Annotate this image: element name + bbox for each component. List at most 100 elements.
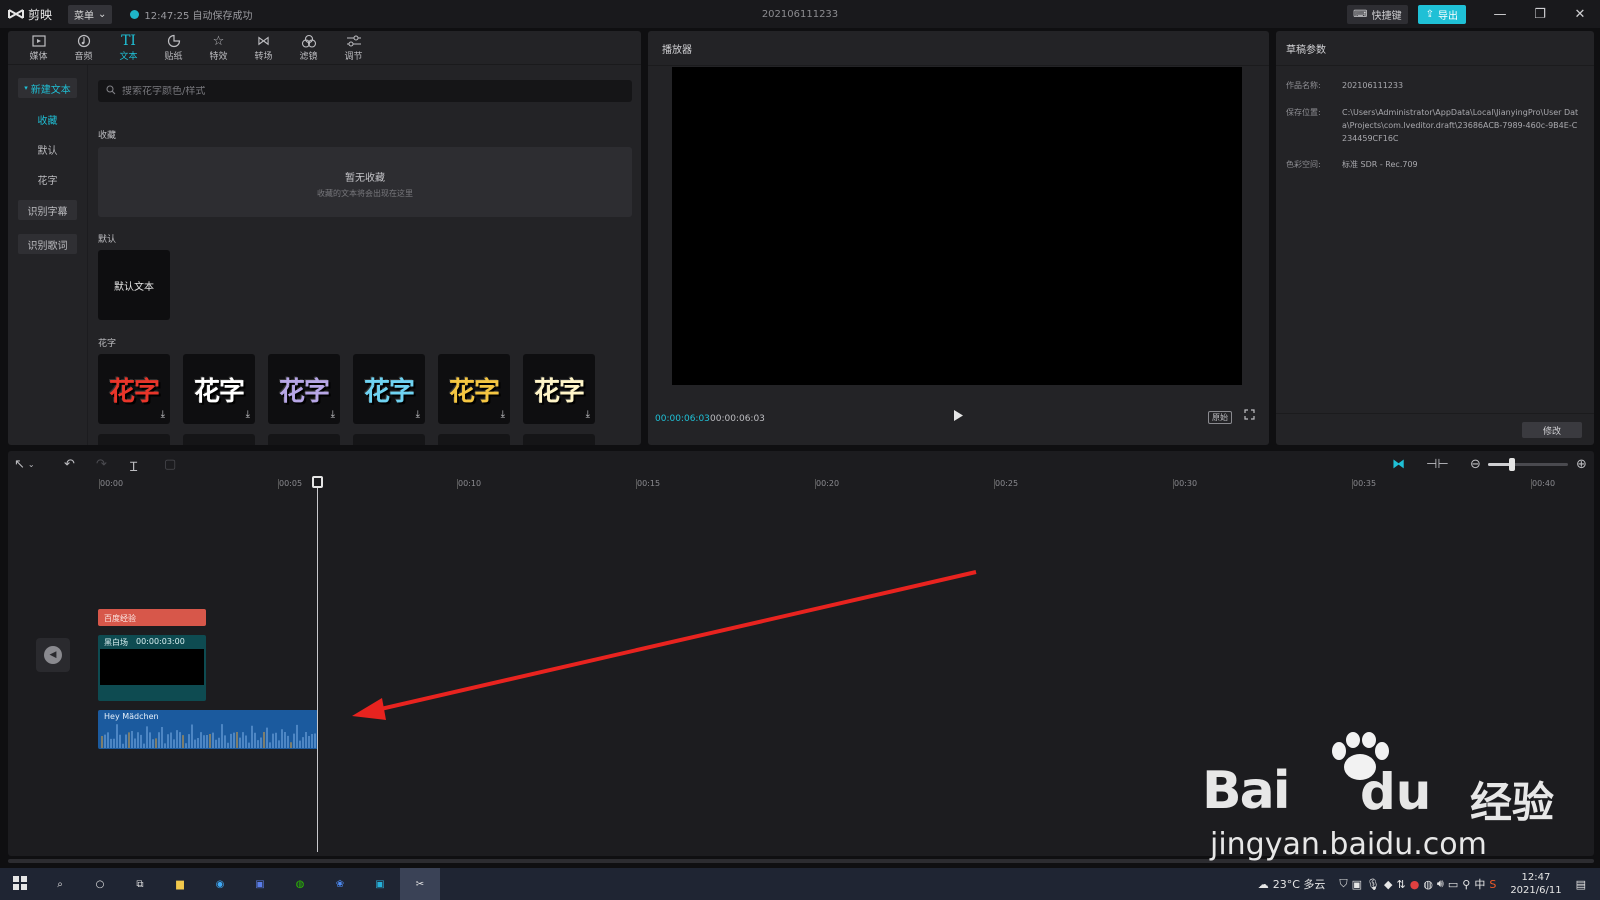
undo-button[interactable]: ↶ [64, 457, 75, 472]
link-button[interactable]: ⊣⊢ [1426, 457, 1449, 472]
tray-app-icon[interactable]: ◆ [1384, 878, 1392, 891]
wifi-icon[interactable]: ⚲ [1462, 878, 1470, 891]
download-icon[interactable]: ⤓ [416, 409, 421, 420]
track-mute-button[interactable]: ◀ [36, 638, 70, 672]
category-favorites[interactable]: 收藏 [18, 109, 77, 129]
tool-transition[interactable]: ⋈ 转场 [241, 31, 286, 64]
fancy-text-tile[interactable]: 花字 ⤓ [523, 354, 595, 424]
category-fancy[interactable]: 花字 [18, 169, 77, 189]
fancy-text-tile[interactable]: 花字 ⤓ [268, 354, 340, 424]
close-button[interactable]: ✕ [1560, 0, 1600, 28]
fancy-text-tile[interactable]: 花字 ⤓ [438, 354, 510, 424]
modify-button[interactable]: 修改 [1522, 422, 1582, 438]
sogou-icon[interactable]: S [1489, 878, 1496, 891]
app-logo: 剪映 [8, 6, 52, 23]
tray-app-icon[interactable]: ▣ [1352, 878, 1362, 891]
fullscreen-icon [1244, 409, 1255, 423]
network-icon[interactable]: ⇅ [1396, 878, 1405, 891]
audio-clip[interactable]: Hey Mädchen [98, 710, 318, 749]
download-icon[interactable]: ⤓ [161, 409, 166, 420]
taskbar-wechat[interactable]: ◍ [280, 868, 320, 900]
zoom-slider[interactable] [1488, 458, 1568, 471]
effects-icon: ☆ [212, 33, 225, 49]
redo-icon: ↷ [96, 457, 107, 472]
fullscreen-button[interactable] [1244, 409, 1255, 423]
fancy-text-tile[interactable] [438, 434, 510, 445]
fancy-text-tile[interactable] [268, 434, 340, 445]
taskbar-app-cyan[interactable]: ▣ [360, 868, 400, 900]
taskbar-baidu[interactable]: ❀ [320, 868, 360, 900]
taskbar-clock[interactable]: 12:47 2021/6/11 [1510, 871, 1561, 897]
fancy-text-tile[interactable] [183, 434, 255, 445]
taskbar-app-blue[interactable]: ▣ [240, 868, 280, 900]
redo-button[interactable]: ↷ [96, 457, 107, 472]
tool-media[interactable]: 媒体 [16, 31, 61, 64]
cortana-button[interactable]: ○ [80, 868, 120, 900]
fancy-text-sample: 花字 [278, 376, 330, 407]
taskbar-jianying[interactable]: ✂ [400, 868, 440, 900]
menu-button[interactable]: 菜单 ⌄ [68, 4, 113, 24]
tool-sticker[interactable]: 贴纸 [151, 31, 196, 64]
text-clip[interactable]: 百度经验 [98, 609, 206, 626]
transition-icon: ⋈ [257, 33, 270, 49]
download-icon[interactable]: ⤓ [501, 409, 506, 420]
fancy-text-tile[interactable]: 花字 ⤓ [98, 354, 170, 424]
notification-icon[interactable]: ▤ [1576, 878, 1586, 891]
record-icon[interactable]: ● [1410, 878, 1420, 891]
tool-text[interactable]: TI 文本 [106, 31, 151, 64]
download-icon[interactable]: ⤓ [331, 409, 336, 420]
ime-indicator[interactable]: 中 [1474, 876, 1485, 892]
category-default[interactable]: 默认 [18, 139, 77, 159]
taskbar-edge[interactable]: ◉ [200, 868, 240, 900]
split-button[interactable]: Ɪ [130, 457, 137, 475]
download-icon[interactable]: ⤓ [246, 409, 251, 420]
fancy-text-tile[interactable] [523, 434, 595, 445]
aspect-ratio-button[interactable]: 原始 [1208, 411, 1232, 424]
capcut-logo-icon: ✂ [415, 878, 425, 890]
fancy-text-tile[interactable] [98, 434, 170, 445]
folder-icon: ▆ [176, 878, 184, 890]
preview-canvas[interactable] [672, 67, 1242, 385]
select-tool-button[interactable]: ↖ ⌄ [14, 457, 35, 472]
video-clip[interactable]: 黑白场 00:00:03:00 [98, 635, 206, 701]
tool-adjust[interactable]: 调节 [331, 31, 376, 64]
new-text-category[interactable]: ▾ 新建文本 [18, 78, 77, 98]
download-icon[interactable]: ⤓ [586, 409, 591, 420]
fancy-text-tile[interactable] [353, 434, 425, 445]
fancy-text-tile[interactable]: 花字 ⤓ [183, 354, 255, 424]
shortcut-button[interactable]: ⌨ 快捷键 [1347, 4, 1408, 24]
tool-effects[interactable]: ☆ 特效 [196, 31, 241, 64]
search-input[interactable] [122, 85, 602, 97]
microphone-icon[interactable]: 🎙︎ [1366, 878, 1380, 891]
tool-audio[interactable]: 音频 [61, 31, 106, 64]
export-button[interactable]: ⇪ 导出 [1417, 4, 1466, 24]
recognize-lyrics-button[interactable]: 识别歌词 [18, 234, 77, 254]
zoom-out-button[interactable]: ⊖ [1470, 457, 1481, 472]
taskbar-file-explorer[interactable]: ▆ [160, 868, 200, 900]
restore-button[interactable]: ❐ [1520, 0, 1560, 28]
playhead-handle[interactable] [312, 476, 323, 488]
taskbar-search-button[interactable]: ⌕ [40, 868, 80, 900]
task-view-button[interactable]: ⧉ [120, 868, 160, 900]
zoom-in-button[interactable]: ⊕ [1576, 457, 1587, 472]
shield-icon[interactable]: ⛉ [1339, 877, 1347, 891]
tool-filter[interactable]: 滤镜 [286, 31, 331, 64]
default-text-tile[interactable]: 默认文本 [98, 250, 170, 320]
baidu-icon: ❀ [335, 878, 345, 890]
recognize-subtitles-button[interactable]: 识别字幕 [18, 200, 77, 220]
draft-title: 草稿参数 [1286, 45, 1326, 56]
text-category-list: ▾ 新建文本 收藏 默认 花字 识别字幕 识别歌词 [8, 65, 88, 445]
delete-button[interactable]: ▢ [164, 457, 176, 472]
fancy-text-tile[interactable]: 花字 ⤓ [353, 354, 425, 424]
zoom-slider-handle[interactable] [1509, 458, 1515, 471]
minimize-button[interactable]: — [1480, 0, 1520, 28]
volume-icon[interactable]: 🔊︎ [1437, 877, 1444, 891]
weather-text[interactable]: 23°C 多云 [1273, 876, 1326, 892]
wechat-icon[interactable]: ◍ [1423, 878, 1433, 891]
start-button[interactable] [0, 868, 40, 900]
filter-icon [301, 33, 317, 49]
app-name: 剪映 [28, 7, 53, 22]
display-icon[interactable]: ▭ [1448, 878, 1458, 891]
play-button[interactable] [950, 409, 966, 425]
magnet-snap-button[interactable]: ⧓ [1392, 457, 1405, 472]
